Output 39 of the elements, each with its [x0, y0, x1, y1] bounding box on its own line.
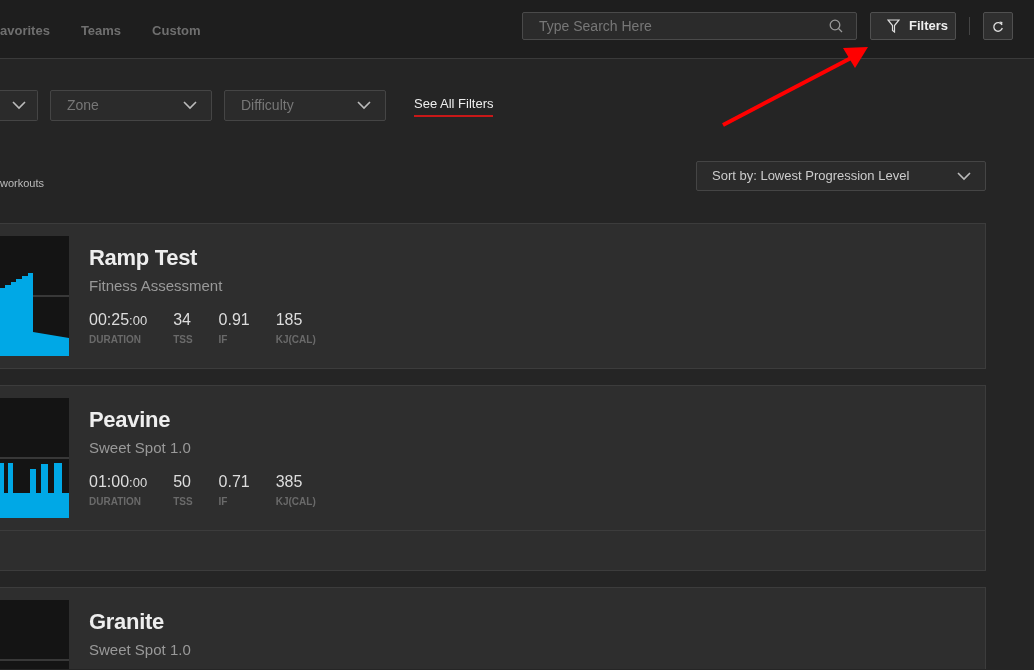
workout-card[interactable]: Peavine Sweet Spot 1.0 01:00:00 DURATION 50 TSS 0.71 IF 385 KJ(CAL)	[0, 385, 986, 571]
search-field[interactable]: Type Search Here	[522, 12, 857, 40]
caret-icon	[11, 101, 26, 110]
filter-icon	[887, 19, 900, 33]
stat-value: 0.71	[218, 473, 250, 490]
stat-value: 185	[275, 311, 304, 328]
stat-label: DURATION	[89, 494, 143, 509]
workout-category: Sweet Spot 1.0	[89, 438, 192, 459]
workout-category: Sweet Spot 1.0	[89, 640, 191, 661]
stat-value: 50	[173, 473, 192, 490]
stat-label: TSS	[173, 494, 193, 509]
filters-button[interactable]: Filters	[870, 12, 956, 40]
stat-label: DURATION	[89, 332, 143, 347]
caret-icon	[957, 171, 971, 181]
workout-card[interactable]: Granite Sweet Spot 1.0	[0, 587, 986, 669]
stat-value: 0.91	[218, 311, 250, 328]
stat-value: 00:25:00	[89, 311, 148, 328]
stat-label: TSS	[173, 332, 193, 347]
refresh-button[interactable]	[983, 12, 1013, 40]
workout-title: Ramp Test	[89, 246, 199, 271]
stat-value: 01:00:00	[89, 473, 148, 490]
workout-title: Peavine	[89, 408, 172, 433]
stat-value: 385	[275, 473, 304, 490]
stat-label: KJ(CAL)	[275, 332, 316, 347]
stat-label: IF	[218, 332, 229, 347]
workout-card[interactable]: Ramp Test Fitness Assessment 00:25:00 DURATION 34 TSS 0.91 IF 185 KJ(CAL)	[0, 223, 986, 369]
caret-icon	[183, 101, 197, 110]
see-all-filters-link[interactable]: See All Filters	[414, 93, 494, 118]
sort-dropdown[interactable]: Sort by: Lowest Progression Level	[696, 161, 986, 191]
stat-label: IF	[218, 494, 229, 509]
results-count: workouts	[0, 175, 45, 191]
workout-category: Fitness Assessment	[89, 276, 224, 297]
stat-value: 34	[173, 311, 192, 328]
search-icon	[829, 19, 843, 33]
dropdown[interactable]	[0, 90, 38, 121]
stat-label: KJ(CAL)	[275, 494, 316, 509]
caret-icon	[357, 101, 371, 110]
refresh-icon	[992, 19, 1004, 33]
workout-title: Granite	[89, 610, 165, 635]
